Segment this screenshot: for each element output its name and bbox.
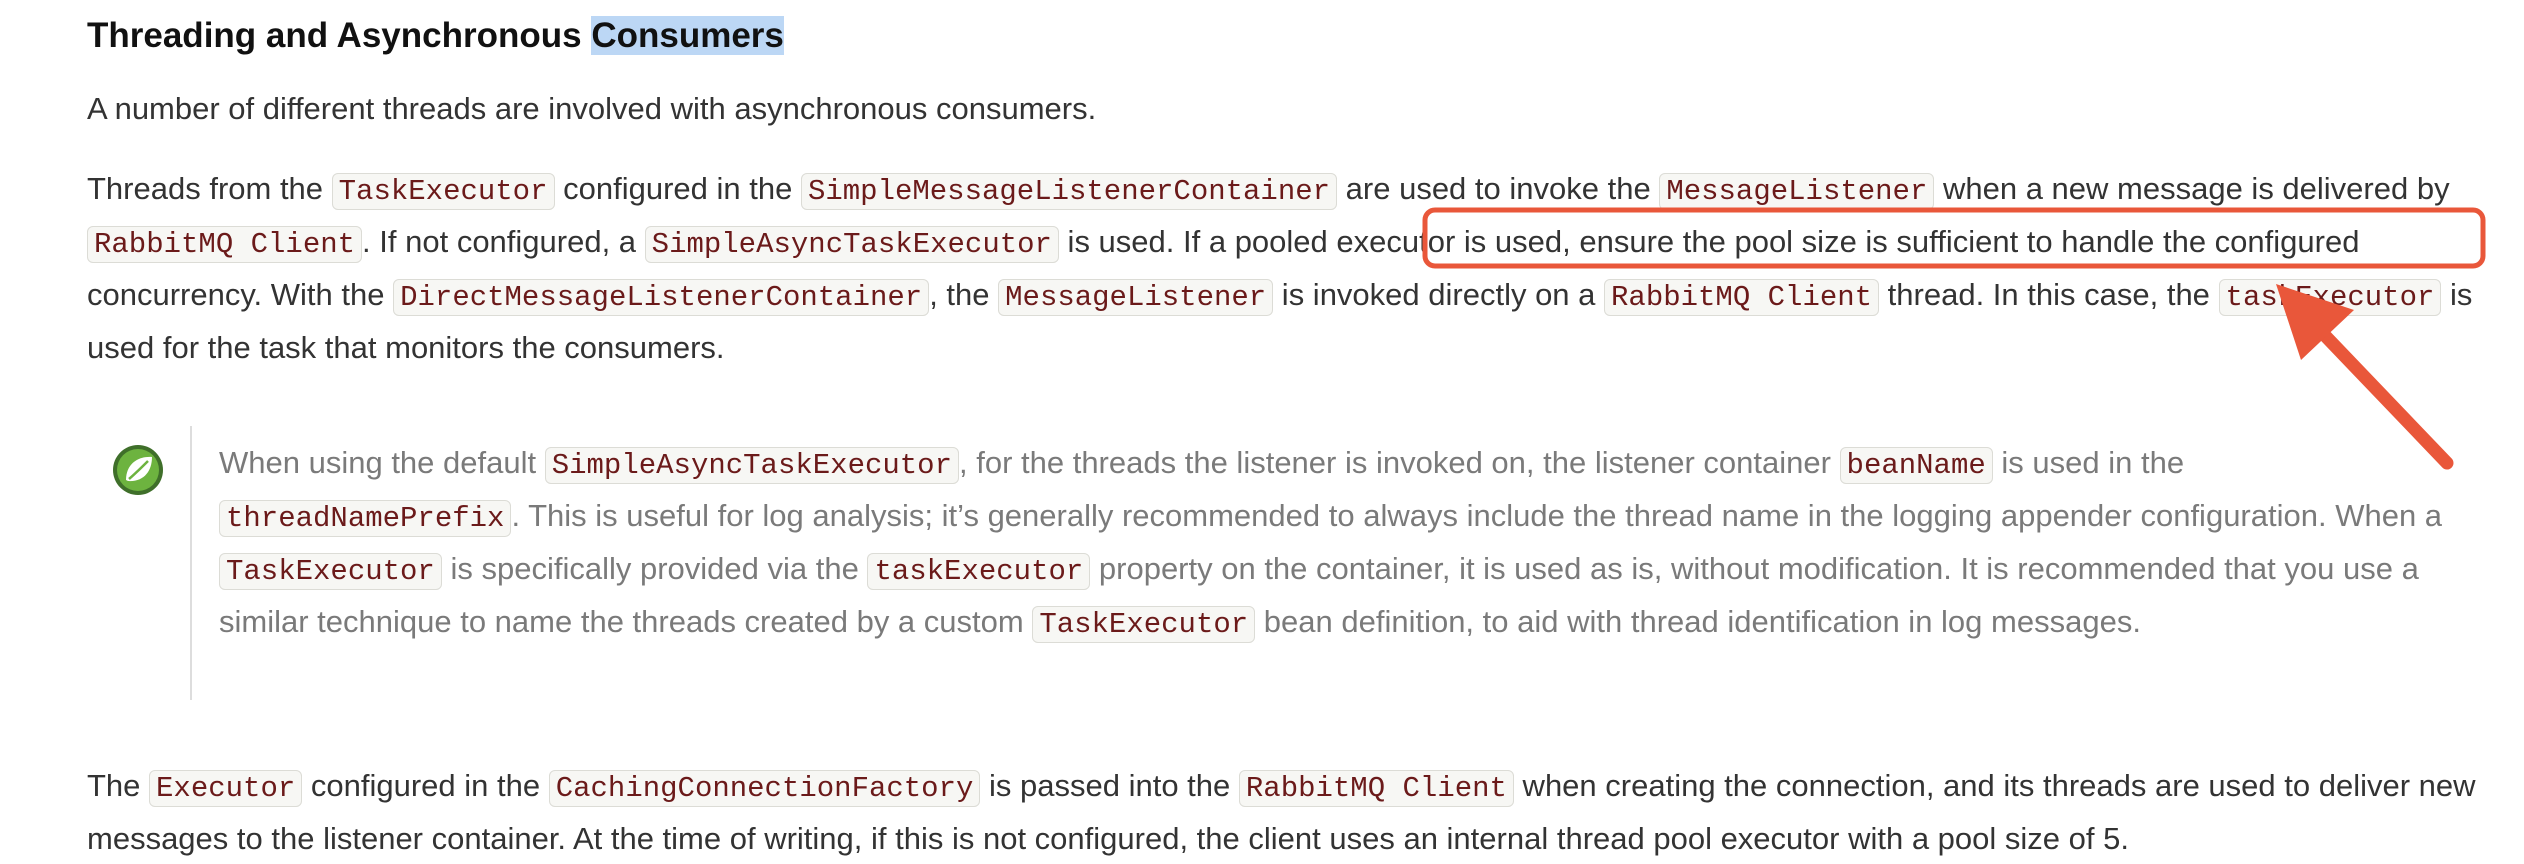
annotation-highlight-box: [1422, 207, 2486, 269]
annotation-overlay: [1422, 207, 2486, 470]
documentation-page: Threading and Asynchronous Consumers A n…: [0, 0, 2524, 864]
annotation-arrow-icon: [2276, 284, 2454, 470]
